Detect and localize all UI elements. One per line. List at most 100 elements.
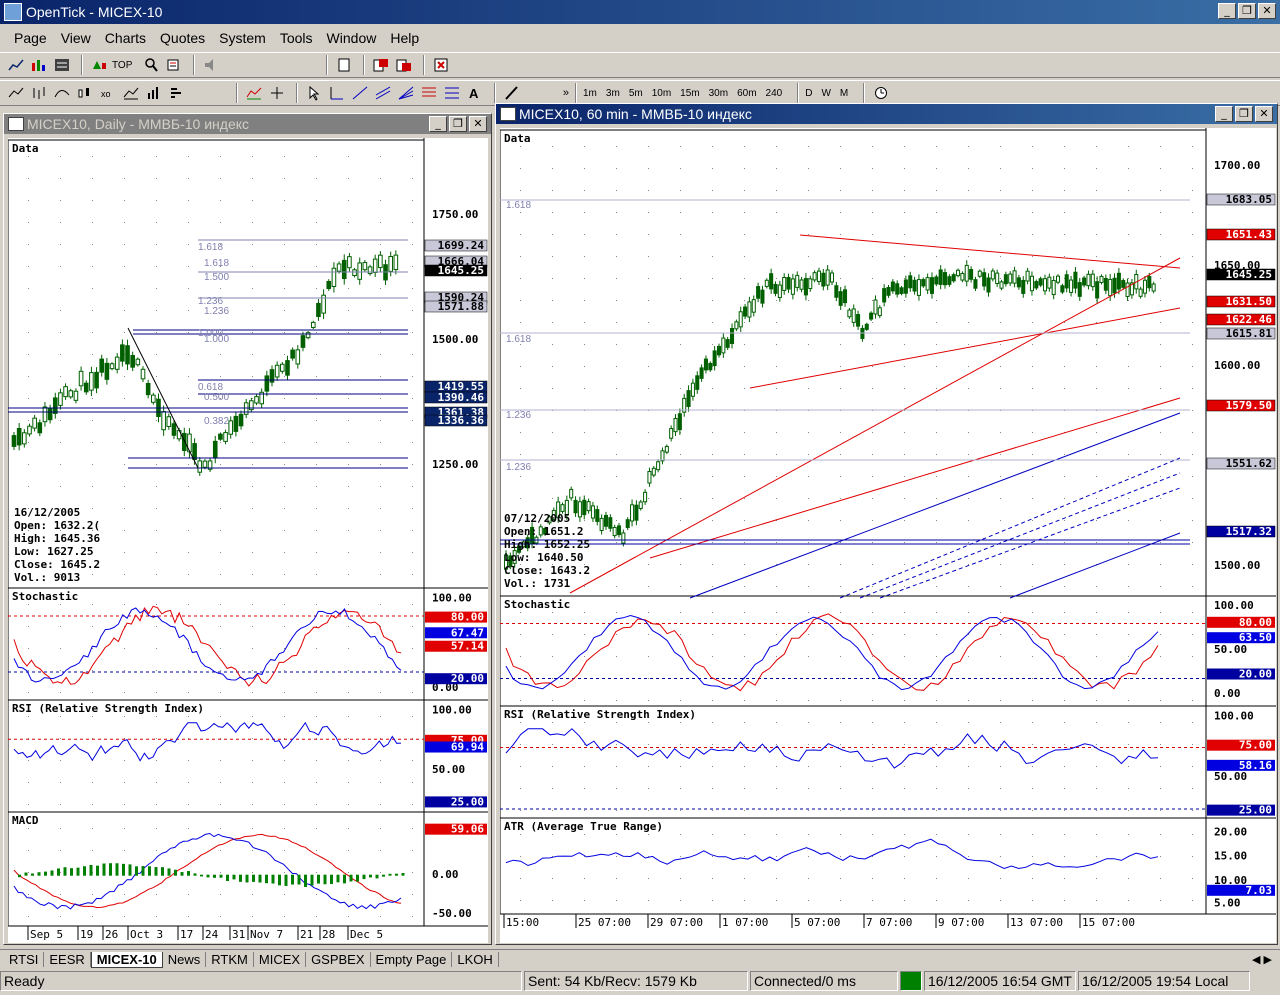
tab-gspbex[interactable]: GSPBEX bbox=[306, 952, 371, 967]
interval-10m[interactable]: 10m bbox=[652, 88, 671, 99]
bar-chart-icon[interactable] bbox=[29, 56, 49, 74]
ohlc-chart-type-icon[interactable] bbox=[29, 84, 49, 102]
interval-5m[interactable]: 5m bbox=[629, 88, 643, 99]
trendline-icon[interactable] bbox=[350, 84, 370, 102]
right-minimize-button[interactable]: _ bbox=[1215, 106, 1233, 122]
right-restore-button[interactable]: ❐ bbox=[1235, 106, 1253, 122]
tab-rtsi[interactable]: RTSI bbox=[4, 952, 45, 967]
menu-view[interactable]: View bbox=[61, 30, 91, 46]
tab-micex-10[interactable]: MICEX-10 bbox=[90, 951, 163, 968]
menu-charts[interactable]: Charts bbox=[105, 30, 146, 46]
clock-icon[interactable] bbox=[871, 84, 891, 102]
candle-chart-type-icon[interactable] bbox=[75, 84, 95, 102]
grid-dot bbox=[60, 648, 61, 649]
macd-histogram-bar bbox=[284, 874, 288, 886]
right-chart-window[interactable]: MICEX10, 60 min - ММВБ-10 индекс _ ❐ ✕ D… bbox=[495, 103, 1278, 945]
left-chart-window[interactable]: MICEX10, Daily - ММВБ-10 индекс _ ❐ ✕ Da… bbox=[3, 113, 492, 945]
quote-board-icon[interactable] bbox=[52, 56, 72, 74]
period-weekly[interactable]: W bbox=[821, 88, 830, 99]
indicators-icon[interactable] bbox=[244, 84, 264, 102]
channel-icon[interactable] bbox=[373, 84, 393, 102]
fan-lines-icon[interactable] bbox=[396, 84, 416, 102]
left-chart-titlebar[interactable]: MICEX10, Daily - ММВБ-10 индекс bbox=[4, 114, 491, 134]
period-daily[interactable]: D bbox=[805, 88, 812, 99]
pointer-icon[interactable] bbox=[304, 84, 324, 102]
left-minimize-button[interactable]: _ bbox=[429, 116, 447, 132]
right-chart-canvas[interactable]: Data Stochastic RSI (Relative Strength Ind… bbox=[499, 128, 1276, 943]
right-close-button[interactable]: ✕ bbox=[1255, 106, 1273, 122]
menu-page[interactable]: Page bbox=[14, 30, 47, 46]
menu-tools[interactable]: Tools bbox=[280, 30, 313, 46]
price-tag-value: 1551.62 bbox=[1226, 457, 1272, 470]
text-tool-icon[interactable]: A bbox=[465, 84, 485, 102]
menu-window[interactable]: Window bbox=[327, 30, 377, 46]
grid-dot bbox=[904, 300, 905, 301]
crosshair-icon[interactable] bbox=[267, 84, 287, 102]
right-chart-titlebar[interactable]: MICEX10, 60 min - ММВБ-10 индекс bbox=[496, 104, 1277, 124]
left-chart-svg[interactable]: DataStochasticRSI (Relative Strength Ind… bbox=[7, 138, 488, 943]
grid-dot bbox=[156, 552, 157, 553]
grid-dot bbox=[712, 766, 713, 767]
left-chart-canvas[interactable]: Data Stochastic RSI (Relative Strength Ind… bbox=[7, 138, 488, 943]
grid-dot bbox=[520, 322, 521, 323]
interval-1m[interactable]: 1m bbox=[583, 88, 597, 99]
pencil-icon[interactable] bbox=[502, 84, 522, 102]
tab-eesr[interactable]: EESR bbox=[44, 952, 91, 967]
interval-15m[interactable]: 15m bbox=[680, 88, 699, 99]
grid-dot bbox=[1000, 612, 1001, 613]
grid-dot bbox=[28, 244, 29, 245]
tab-empty-page[interactable]: Empty Page bbox=[371, 952, 453, 967]
volume-chart-type-icon[interactable] bbox=[167, 84, 187, 102]
tab-lkoh[interactable]: LKOH bbox=[452, 952, 499, 967]
interval-3m[interactable]: 3m bbox=[606, 88, 620, 99]
candle-body bbox=[1012, 270, 1017, 284]
grid-dot bbox=[220, 442, 221, 443]
grid-dot bbox=[1064, 476, 1065, 477]
grid-dot bbox=[1192, 520, 1193, 521]
menu-quotes[interactable]: Quotes bbox=[160, 30, 205, 46]
tab-scroll-arrows[interactable]: ◀ ▶ bbox=[1252, 953, 1272, 966]
menu-system[interactable]: System bbox=[219, 30, 266, 46]
tab-micex[interactable]: MICEX bbox=[254, 952, 307, 967]
line-chart-icon[interactable] bbox=[6, 56, 26, 74]
search-icon[interactable] bbox=[141, 56, 161, 74]
candle-body bbox=[63, 386, 68, 398]
interval-240[interactable]: 240 bbox=[766, 88, 783, 99]
curve-chart-type-icon[interactable] bbox=[52, 84, 72, 102]
new-page-icon[interactable] bbox=[334, 56, 354, 74]
point-figure-icon[interactable]: xo bbox=[98, 84, 118, 102]
grid-dot bbox=[936, 856, 937, 857]
tab-rtkm[interactable]: RTKM bbox=[206, 952, 254, 967]
grid-dot bbox=[156, 692, 157, 693]
sound-icon[interactable] bbox=[201, 56, 221, 74]
top-button[interactable]: TOP bbox=[112, 60, 132, 71]
grid-dot bbox=[872, 788, 873, 789]
grid-dot bbox=[840, 810, 841, 811]
left-close-button[interactable]: ✕ bbox=[469, 116, 487, 132]
grid-dot bbox=[712, 168, 713, 169]
open-page-icon[interactable] bbox=[371, 56, 391, 74]
fibonacci-ext-icon[interactable] bbox=[442, 84, 462, 102]
grid-dot bbox=[1160, 788, 1161, 789]
minimize-button[interactable]: _ bbox=[1218, 3, 1236, 19]
close-page-icon[interactable] bbox=[431, 56, 451, 74]
area-chart-type-icon[interactable] bbox=[121, 84, 141, 102]
menu-help[interactable]: Help bbox=[390, 30, 419, 46]
right-chart-svg[interactable]: DataStochasticRSI (Relative Strength Ind… bbox=[499, 128, 1276, 943]
fibonacci-icon[interactable] bbox=[419, 84, 439, 102]
toolbar-more[interactable]: » bbox=[525, 87, 569, 99]
left-restore-button[interactable]: ❐ bbox=[449, 116, 467, 132]
macd-histogram-bar bbox=[265, 874, 268, 884]
interval-60m[interactable]: 60m bbox=[737, 88, 756, 99]
gainers-icon[interactable] bbox=[89, 56, 109, 74]
line-chart-type-icon[interactable] bbox=[6, 84, 26, 102]
tab-news[interactable]: News bbox=[163, 952, 207, 967]
histogram-chart-type-icon[interactable] bbox=[144, 84, 164, 102]
period-monthly[interactable]: M bbox=[840, 88, 848, 99]
close-button[interactable]: ✕ bbox=[1258, 3, 1276, 19]
interval-30m[interactable]: 30m bbox=[709, 88, 728, 99]
restore-button[interactable]: ❐ bbox=[1238, 3, 1256, 19]
save-page-icon[interactable] bbox=[394, 56, 414, 74]
horizontal-line-icon[interactable] bbox=[327, 84, 347, 102]
alert-icon[interactable] bbox=[164, 56, 184, 74]
